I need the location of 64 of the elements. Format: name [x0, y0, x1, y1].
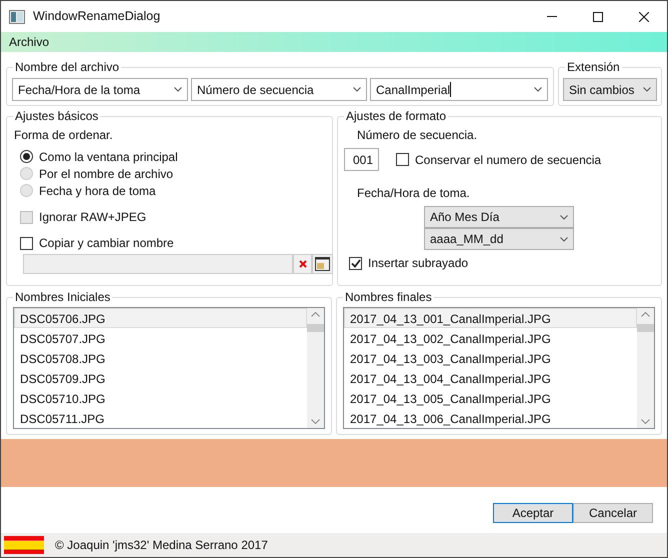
- sequence-label: Número de secuencia.: [357, 127, 478, 143]
- close-icon: [639, 12, 649, 22]
- scrollbar-thumb[interactable]: [307, 324, 324, 332]
- window-title: WindowRenameDialog: [33, 8, 160, 26]
- chevron-down-icon: [641, 419, 650, 424]
- chevron-down-icon: [174, 87, 182, 92]
- checkbox[interactable]: [20, 236, 33, 250]
- copyright-text: © Joaquin 'jms32' Medina Serrano 2017: [55, 537, 268, 554]
- list-item[interactable]: DSC05709.JPG: [14, 368, 307, 388]
- dialog-button[interactable]: Cancelar: [573, 503, 653, 523]
- chevron-down-icon: [560, 236, 568, 242]
- minimize-icon: [547, 16, 557, 17]
- dropdown[interactable]: Número de secuencia: [191, 78, 367, 101]
- radio-label: Fecha y hora de toma: [39, 182, 156, 200]
- dropdown[interactable]: Fecha/Hora de la toma: [12, 78, 188, 101]
- list-item[interactable]: 2017_04_13_006_CanalImperial.JPG: [344, 408, 637, 428]
- radio-button[interactable]: [20, 150, 33, 163]
- path-field[interactable]: [23, 254, 293, 274]
- browse-button[interactable]: [312, 254, 333, 274]
- list-item[interactable]: DSC05710.JPG: [14, 388, 307, 408]
- dropdown[interactable]: Año Mes Día: [424, 206, 574, 228]
- checkbox[interactable]: [396, 153, 409, 166]
- dropdown[interactable]: aaaa_MM_dd: [424, 228, 574, 250]
- list-item[interactable]: DSC05707.JPG: [14, 328, 307, 348]
- list-item[interactable]: 2017_04_13_003_CanalImperial.JPG: [344, 348, 637, 368]
- group-label: Ajustes de formato: [344, 108, 448, 124]
- group-label: Ajustes básicos: [13, 108, 100, 124]
- checkbox-label: Insertar subrayado: [368, 255, 468, 272]
- chevron-down-icon: [643, 87, 651, 92]
- list-item[interactable]: DSC05711.JPG: [14, 408, 307, 428]
- dropdown[interactable]: Sin cambios: [563, 78, 657, 101]
- chevron-up-icon: [311, 312, 320, 317]
- checkbox[interactable]: [349, 256, 362, 270]
- checkbox-label: Copiar y cambiar nombre: [39, 235, 174, 252]
- chevron-down-icon: [353, 87, 361, 92]
- chevron-down-icon: [311, 419, 320, 424]
- maximize-icon: [593, 12, 603, 22]
- list-item[interactable]: 2017_04_13_002_CanalImperial.JPG: [344, 328, 637, 348]
- menu-item[interactable]: Archivo: [7, 33, 52, 51]
- scrollbar-thumb[interactable]: [637, 324, 654, 332]
- combo-field[interactable]: CanalImperial: [370, 78, 548, 101]
- checkbox-label: Conservar el numero de secuencia: [415, 152, 602, 168]
- list-item[interactable]: DSC05706.JPG: [14, 308, 307, 328]
- radio-label: Por el nombre de archivo: [39, 166, 174, 182]
- list-item[interactable]: 2017_04_13_004_CanalImperial.JPG: [344, 368, 637, 388]
- chevron-up-icon: [641, 312, 650, 317]
- checkbox-label: Ignorar RAW+JPEG: [39, 209, 146, 226]
- clear-button[interactable]: [293, 254, 312, 274]
- list-item[interactable]: 2017_04_13_001_CanalImperial.JPG: [344, 308, 637, 328]
- chevron-down-icon: [560, 214, 568, 220]
- chevron-down-icon: [534, 87, 542, 92]
- sequence-field[interactable]: 001: [344, 148, 379, 171]
- list-item[interactable]: DSC05708.JPG: [14, 348, 307, 368]
- radio-label: Como la ventana principal: [39, 148, 178, 166]
- close-icon: [298, 260, 306, 268]
- list-item[interactable]: 2017_04_13_005_CanalImperial.JPG: [344, 388, 637, 408]
- dialog-button[interactable]: Aceptar: [493, 503, 573, 523]
- sort-label: Forma de ordenar.: [14, 127, 114, 143]
- app-icon: [9, 10, 25, 24]
- date-label: Fecha/Hora de toma.: [357, 185, 471, 201]
- folder-window-icon: [315, 257, 330, 271]
- flag-icon: [4, 536, 44, 554]
- scrollbar[interactable]: [307, 308, 324, 428]
- scrollbar[interactable]: [637, 308, 654, 428]
